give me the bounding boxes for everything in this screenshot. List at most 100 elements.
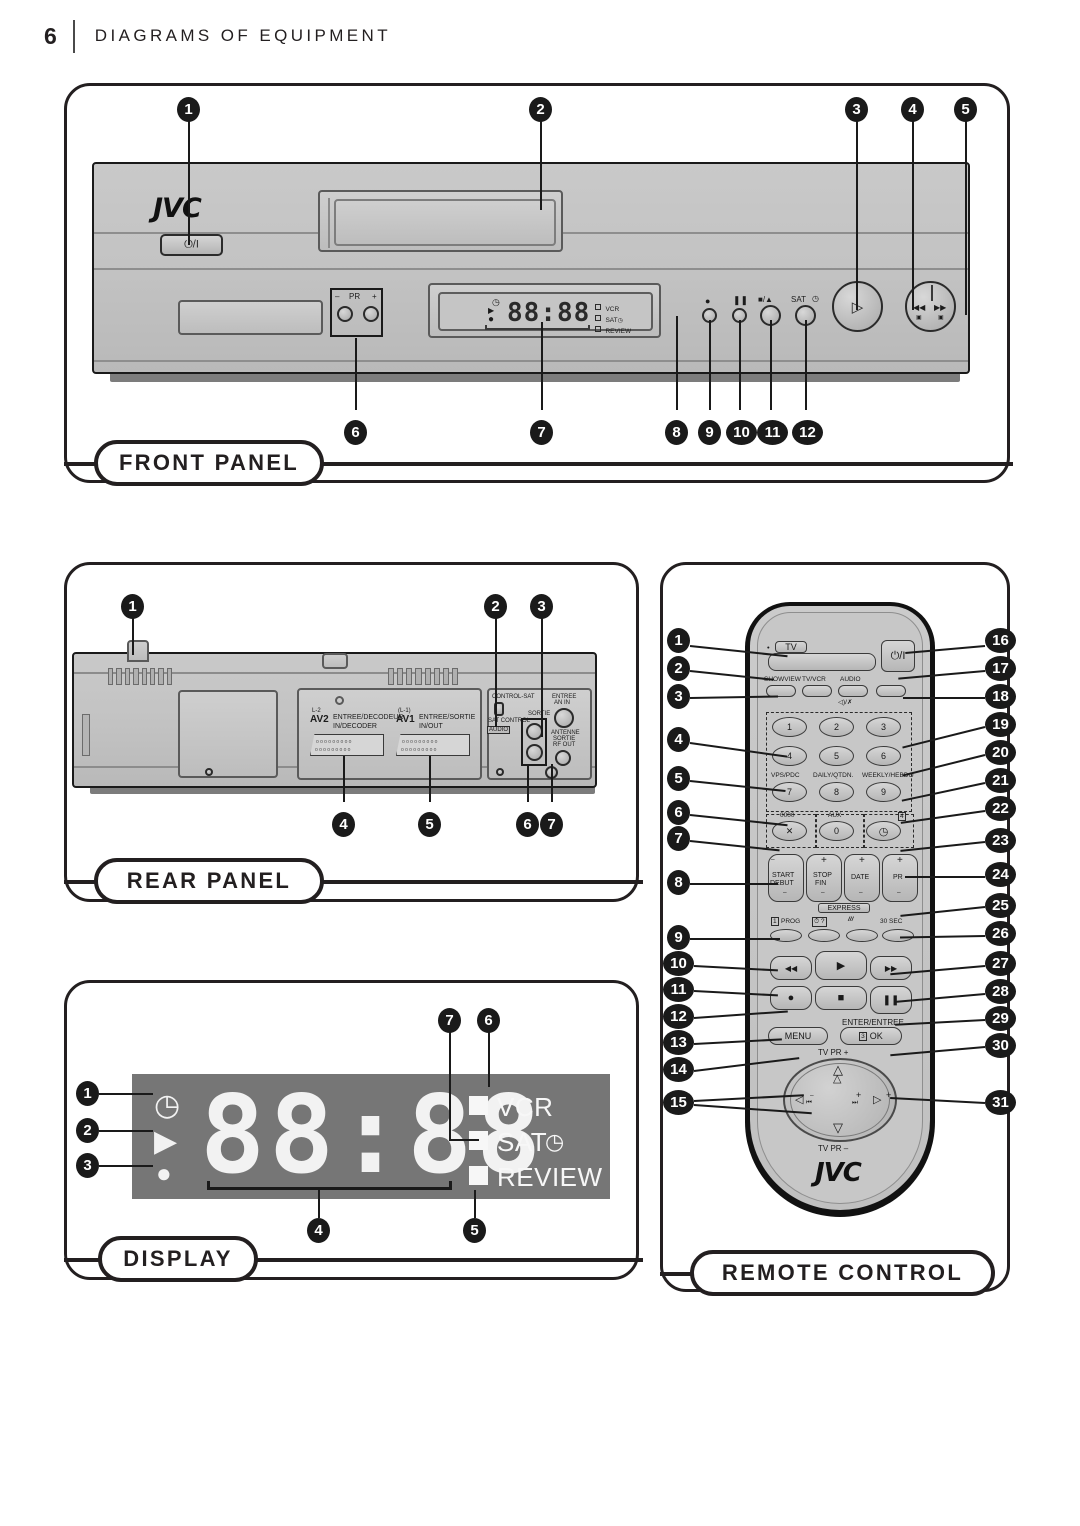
nav-down-icon[interactable]: ▽ (833, 1120, 843, 1136)
forward-button-remote[interactable]: ▶▶ (870, 956, 912, 980)
nav-right-icon[interactable]: ▷ (873, 1093, 881, 1106)
remote-power-button[interactable]: ⏻/I (881, 640, 915, 672)
power-icon-remote: ⏻/I (890, 649, 906, 662)
pr-up-button[interactable] (363, 306, 379, 322)
cassette-compartment[interactable] (318, 190, 563, 252)
record-button-remote[interactable]: ● (770, 986, 812, 1010)
remote-tv-button[interactable]: TV (775, 641, 807, 653)
menu-button[interactable]: MENU (768, 1027, 828, 1045)
front-display-bezel: ◷ ▶ ● 88:88 VCR SAT◷ REVIEW (428, 283, 661, 338)
stop-square-button-remote[interactable]: ■ (815, 986, 867, 1010)
callout-remote-20: 20 (985, 740, 1016, 765)
pr-down-button[interactable] (337, 306, 353, 322)
callout-front-1: 1 (177, 97, 200, 122)
stop-label-remote: STOP (813, 872, 832, 879)
audio-button-remote[interactable] (838, 685, 868, 697)
display-vcr-square (469, 1096, 488, 1115)
antenna-out-jack[interactable] (555, 750, 571, 766)
play-button-remote[interactable]: ▶ (815, 951, 867, 980)
date-plus: + (859, 855, 865, 866)
page-number: 6 (44, 22, 57, 49)
key-3[interactable]: 3 (866, 717, 901, 737)
leader-front-3 (856, 120, 858, 310)
callout-remote-15: 15 (663, 1090, 694, 1115)
callout-remote-21: 21 (985, 768, 1016, 793)
power-button-front[interactable]: ⏻/I (160, 234, 223, 256)
callout-front-2: 2 (529, 97, 552, 122)
forward-icon-remote: ▶▶ (884, 963, 898, 973)
key-0[interactable]: 0 (819, 821, 854, 841)
display-record-icon: ● (156, 1158, 172, 1188)
timer-button[interactable]: ◷ (866, 821, 901, 841)
pr-minus-remote: – (897, 889, 901, 896)
tv-pr-down-label: TV PR – (818, 1144, 849, 1153)
tv-vcr-button[interactable] (802, 685, 832, 697)
aux-label: AUX (828, 812, 842, 819)
callout-remote-10: 10 (663, 951, 694, 976)
key-1[interactable]: 1 (772, 717, 807, 737)
remote-extra-button[interactable] (876, 685, 906, 697)
prog-label: PROG (781, 918, 801, 925)
display-diagram-window: ◷ ▶ ● 88:88 VCR SAT ◷ REVIEW (132, 1074, 610, 1199)
start-label: START (772, 872, 795, 879)
prog-button[interactable] (770, 929, 802, 942)
key-8[interactable]: 8 (819, 782, 854, 802)
key-9[interactable]: 9 (866, 782, 901, 802)
help-label: ⏱ ? (812, 917, 827, 927)
rewind-button-remote[interactable]: ◀◀ (770, 956, 812, 980)
callout-remote-6: 6 (667, 800, 690, 825)
av1-scart-connector[interactable]: ooooooooo ooooooooo (396, 734, 470, 756)
skip-fwd-icon[interactable]: ⏭ (852, 1099, 858, 1107)
ok-button[interactable]: 3 OK (840, 1027, 902, 1045)
leader-display-2 (99, 1130, 153, 1132)
key-5[interactable]: 5 (819, 746, 854, 766)
front-panel-pill-line-right (318, 462, 1013, 466)
leader-front-6 (355, 338, 357, 410)
tv-vcr-label: TV/VCR (802, 676, 826, 683)
callout-remote-28: 28 (985, 979, 1016, 1004)
callout-remote-23: 23 (985, 828, 1016, 853)
pr-minus-label: – (335, 292, 340, 301)
key-7[interactable]: 7 (772, 782, 807, 802)
rear-screw-left (205, 768, 213, 776)
callout-front-7: 7 (530, 420, 553, 445)
tv-pr-up-label: TV PR + (818, 1048, 849, 1057)
start-minus: – (783, 889, 787, 896)
av2-line1: ENTREE/DECODEUR (333, 714, 404, 721)
display-sat-clock-icon: ◷ (545, 1129, 565, 1154)
av2-scart-connector[interactable]: ooooooooo ooooooooo (310, 734, 384, 756)
callout-remote-9: 9 (667, 925, 690, 950)
pr-label: PR (349, 292, 361, 301)
leader-rear-5 (429, 756, 431, 802)
display-digits-bracket (207, 1181, 452, 1190)
display-review-label: REVIEW (497, 1162, 603, 1192)
key-2[interactable]: 2 (819, 717, 854, 737)
record-icon-remote: ● (787, 992, 795, 1004)
callout-remote-26: 26 (985, 921, 1016, 946)
sortie-label: SORTIE (528, 711, 551, 717)
antenna-in-label2: AN IN (554, 700, 571, 706)
leader-rear-4 (343, 756, 345, 802)
callout-remote-17: 17 (985, 656, 1016, 681)
callout-front-12: 12 (792, 420, 823, 445)
antenna-in-jack[interactable] (554, 708, 574, 728)
leader-rear-3 (541, 617, 543, 737)
leader-display-4 (318, 1190, 320, 1218)
leader-rear-1 (132, 617, 134, 655)
leader-display-7b (449, 1139, 479, 1141)
callout-display-2: 2 (76, 1118, 99, 1143)
key-6[interactable]: 6 (866, 746, 901, 766)
callout-remote-1: 1 (667, 628, 690, 653)
callout-display-4: 4 (307, 1218, 330, 1243)
callout-remote-12: 12 (663, 1004, 694, 1029)
thirty-sec-label: 30 SEC (880, 918, 903, 925)
callout-remote-22: 22 (985, 796, 1016, 821)
skip-back-icon[interactable]: ⏮ (806, 1099, 812, 1107)
audio-jack-right[interactable] (526, 744, 543, 761)
help-button[interactable] (808, 929, 840, 942)
stop-plus: + (821, 855, 827, 866)
callout-display-1: 1 (76, 1081, 99, 1106)
speed-button[interactable] (846, 929, 878, 942)
callout-display-5: 5 (463, 1218, 486, 1243)
callout-remote-18: 18 (985, 684, 1016, 709)
